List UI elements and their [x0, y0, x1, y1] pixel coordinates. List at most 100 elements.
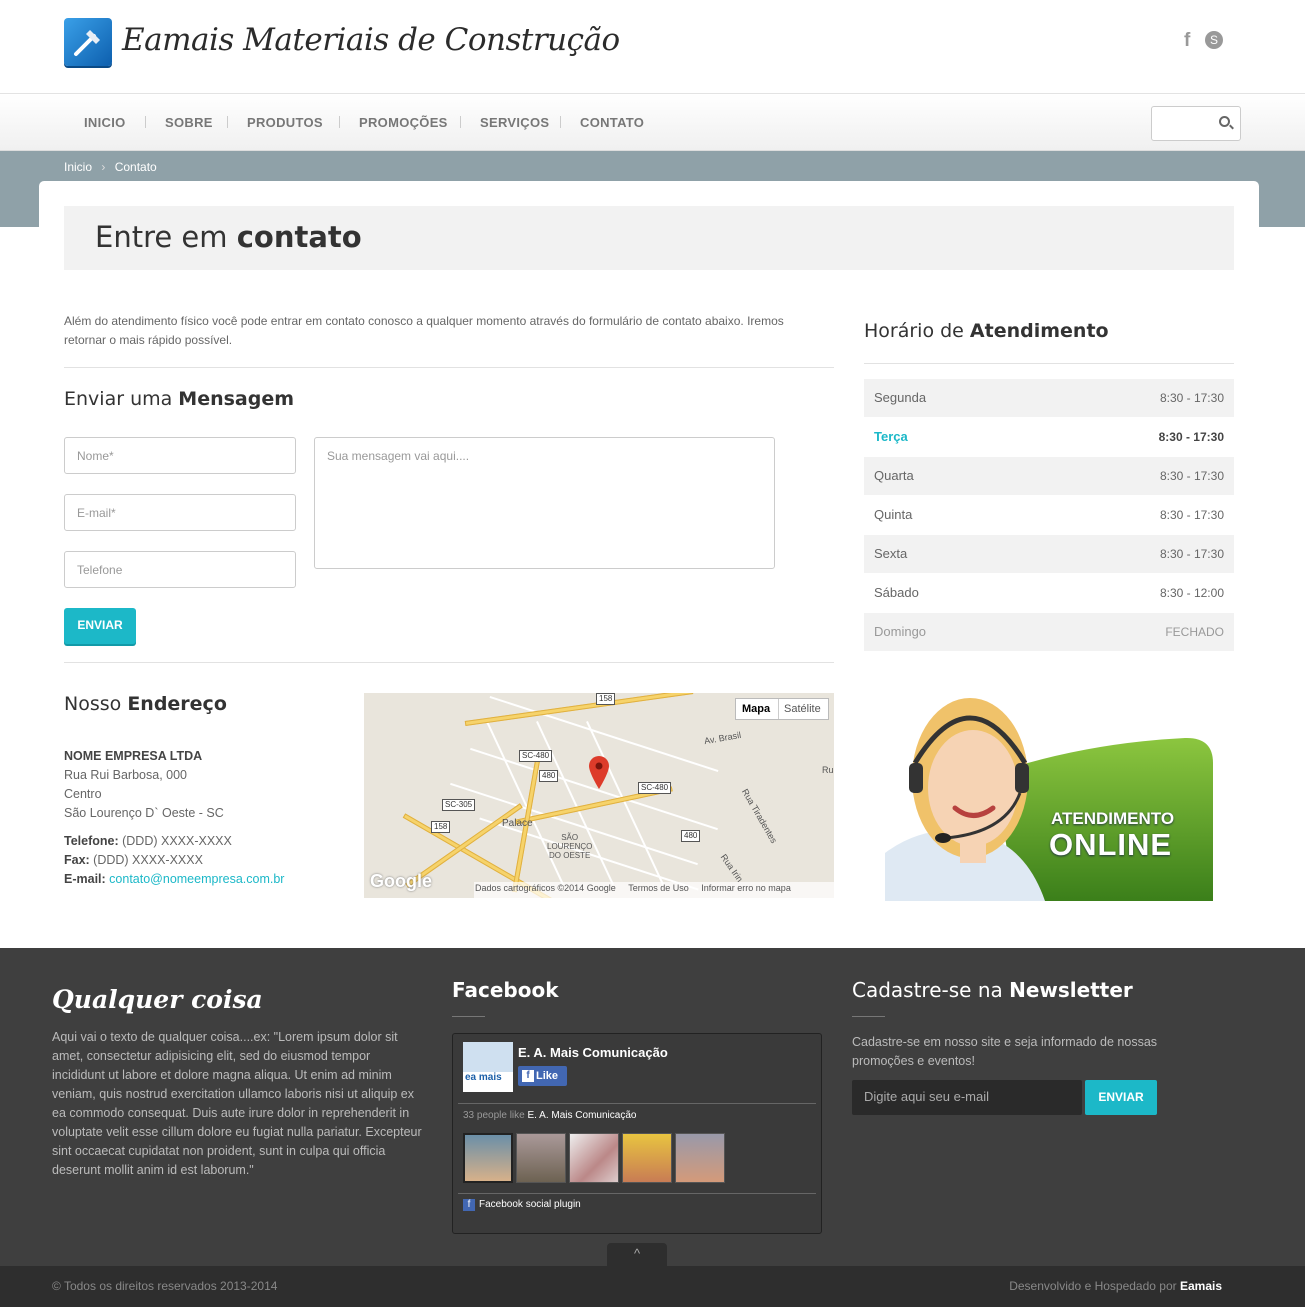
- breadcrumb: Inicio › Contato: [64, 160, 163, 174]
- nav-separator: [339, 116, 340, 128]
- nav-item-inicio[interactable]: INICIO: [84, 115, 126, 130]
- divider: [452, 1016, 485, 1017]
- facebook-icon: f: [522, 1070, 534, 1082]
- phone-field[interactable]: Telefone: [64, 551, 296, 588]
- map-attribution-bar: Dados cartográficos ©2014 Google Termos …: [474, 882, 834, 898]
- map-shield: 158: [431, 821, 451, 833]
- fax-line: Fax: (DDD) XXXX-XXXX: [64, 853, 203, 867]
- schedule-row-sexta: Sexta 8:30 - 17:30: [864, 535, 1234, 573]
- email-field[interactable]: E-mail*: [64, 494, 296, 531]
- map-label-palace: Palace: [502, 818, 533, 829]
- intro-text: Além do atendimento físico você pode ent…: [64, 314, 784, 347]
- map-shield: SC-305: [442, 799, 476, 811]
- schedule-row-terca: Terça 8:30 - 17:30: [864, 418, 1234, 456]
- map-pin-icon[interactable]: [588, 755, 610, 789]
- footer-facebook-title: Facebook: [452, 978, 559, 1002]
- fb-page-name[interactable]: E. A. Mais Comunicação: [518, 1045, 668, 1060]
- breadcrumb-current: Contato: [114, 160, 157, 174]
- message-textarea[interactable]: Sua mensagem vai aqui....: [314, 437, 775, 569]
- facebook-icon[interactable]: f: [1184, 30, 1190, 52]
- map-label-ru: Ru: [822, 765, 834, 775]
- fb-fan-avatar[interactable]: [675, 1133, 725, 1183]
- banner-line-2: ONLINE: [1049, 827, 1173, 862]
- address-street: Rua Rui Barbosa, 000: [64, 768, 187, 782]
- phone-line: Telefone: (DDD) XXXX-XXXX: [64, 834, 232, 848]
- map-street: [486, 721, 564, 885]
- nav-item-servicos[interactable]: SERVIÇOS: [480, 115, 549, 130]
- divider: [64, 367, 834, 368]
- nav-item-promocoes[interactable]: PROMOÇÕES: [359, 115, 448, 130]
- map-label-rua-tiradentes: Rua Tiradentes: [739, 787, 780, 845]
- search-icon[interactable]: [1219, 116, 1230, 127]
- fb-fan-avatar[interactable]: [516, 1133, 566, 1183]
- fb-like-button[interactable]: f Like: [518, 1066, 567, 1086]
- divider: [458, 1103, 816, 1104]
- footer-about-title: Qualquer coisa: [52, 985, 263, 1014]
- map-shield: 480: [681, 830, 701, 842]
- map-type-control: Mapa Satélite: [735, 698, 829, 720]
- developer-credit: Desenvolvido e Hospedado por Eamais: [1009, 1279, 1222, 1293]
- page-title: Entre em contato: [95, 220, 362, 254]
- map-shield: SC-480: [638, 782, 672, 794]
- nav-item-contato[interactable]: CONTATO: [580, 115, 644, 130]
- nav-separator: [560, 116, 561, 128]
- map-label-rua-iri: Rua Irin: [718, 852, 745, 884]
- banner-line-1: ATENDIMENTO: [1051, 809, 1175, 828]
- nav-item-sobre[interactable]: SOBRE: [165, 115, 213, 130]
- divider: [64, 662, 834, 663]
- divider: [778, 699, 779, 719]
- map-shield: SC-480: [519, 750, 553, 762]
- company-name: NOME EMPRESA LTDA: [64, 749, 203, 763]
- divider: [458, 1193, 816, 1194]
- newsletter-text: Cadastre-se em nosso site e seja informa…: [852, 1035, 1158, 1068]
- map-shield: 480: [539, 770, 559, 782]
- schedule-row-sabado: Sábado 8:30 - 12:00: [864, 574, 1234, 612]
- map-label-av-brasil: Av. Brasil: [703, 729, 742, 747]
- nav-item-produtos[interactable]: PRODUTOS: [247, 115, 323, 130]
- map-shield: 158: [596, 693, 616, 705]
- logo-icon[interactable]: [64, 18, 112, 66]
- footer-about-text: Aqui vai o texto de qualquer coisa....ex…: [52, 1030, 422, 1177]
- schedule-row-segunda: Segunda 8:30 - 17:30: [864, 379, 1234, 417]
- google-logo: Google: [370, 871, 432, 891]
- send-button[interactable]: ENVIAR: [64, 608, 136, 644]
- email-line: E-mail: contato@nomeempresa.com.br: [64, 872, 285, 886]
- fb-fan-avatar[interactable]: [622, 1133, 672, 1183]
- map-type-map[interactable]: Mapa: [742, 703, 770, 715]
- location-map[interactable]: 158 SC-480 480 SC-305 158 SC-480 480 Pal…: [364, 693, 834, 898]
- online-support-banner[interactable]: ATENDIMENTO ONLINE: [885, 683, 1213, 901]
- fb-fan-avatar[interactable]: [463, 1133, 513, 1183]
- fb-fan-avatar[interactable]: [569, 1133, 619, 1183]
- email-link[interactable]: contato@nomeempresa.com.br: [109, 872, 284, 886]
- newsletter-email-input[interactable]: Digite aqui seu e-mail: [852, 1080, 1082, 1115]
- schedule-row-quarta: Quarta 8:30 - 17:30: [864, 457, 1234, 495]
- address-district: Centro: [64, 787, 102, 801]
- map-label-city: SÃO LOURENÇO DO OESTE: [547, 833, 593, 860]
- skype-icon[interactable]: S: [1205, 31, 1223, 49]
- site-logo-text[interactable]: Eamais Materiais de Construção: [122, 22, 620, 58]
- schedule-row-domingo: Domingo FECHADO: [864, 613, 1234, 651]
- address-city: São Lourenço D` Oeste - SC: [64, 806, 224, 820]
- nav-separator: [227, 116, 228, 128]
- name-field[interactable]: Nome*: [64, 437, 296, 474]
- form-heading: Enviar uma Mensagem: [64, 388, 295, 410]
- nav-separator: [145, 116, 146, 128]
- facebook-icon: f: [463, 1199, 475, 1211]
- newsletter-send-button[interactable]: ENVIAR: [1085, 1080, 1157, 1115]
- fb-page-avatar[interactable]: ea mais: [463, 1042, 513, 1092]
- fb-like-count: 33 people like E. A. Mais Comunicação: [463, 1110, 637, 1121]
- map-type-satellite[interactable]: Satélite: [784, 703, 821, 715]
- schedule-heading: Horário de Atendimento: [864, 320, 1109, 342]
- fb-social-plugin[interactable]: f Facebook social plugin: [463, 1199, 581, 1211]
- developer-link[interactable]: Eamais: [1180, 1279, 1222, 1293]
- breadcrumb-separator: ›: [101, 160, 106, 174]
- address-heading: Nosso Endereço: [64, 693, 227, 715]
- newsletter-title: Cadastre-se na Newsletter: [852, 978, 1133, 1002]
- breadcrumb-home[interactable]: Inicio: [64, 160, 92, 174]
- copyright: © Todos os direitos reservados 2013-2014: [52, 1279, 278, 1293]
- back-to-top-button[interactable]: ^: [607, 1243, 667, 1266]
- map-terms-link[interactable]: Termos de Uso: [628, 883, 689, 893]
- map-attribution: Dados cartográficos ©2014 Google: [475, 883, 616, 893]
- map-report-link[interactable]: Informar erro no mapa: [701, 883, 791, 893]
- divider: [852, 1016, 885, 1017]
